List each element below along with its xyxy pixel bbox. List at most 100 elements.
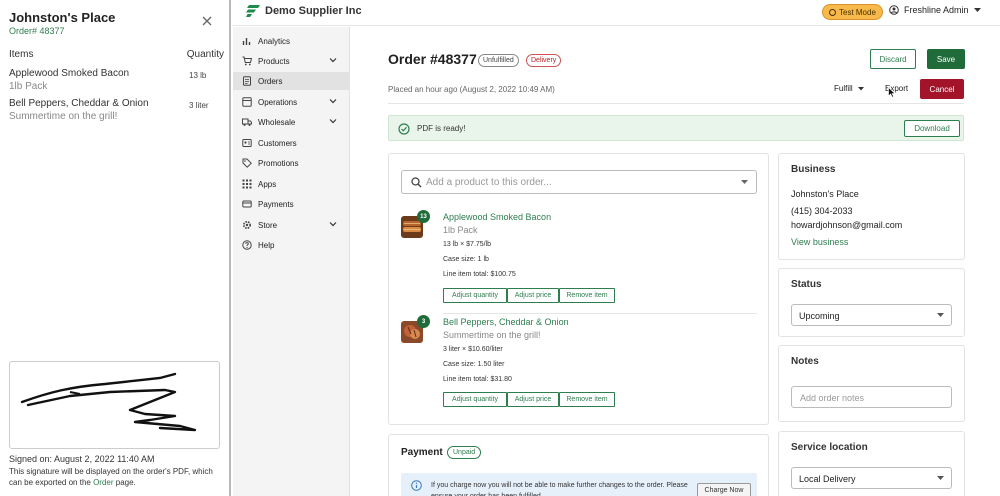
sidebar: Analytics Products Orders Operations Who… xyxy=(233,27,350,496)
business-phone: (415) 304-2033 xyxy=(791,206,853,216)
delivery-badge: Delivery xyxy=(526,54,562,67)
cancel-button[interactable]: Cancel xyxy=(920,79,964,99)
sidebar-item-label: Apps xyxy=(258,179,277,189)
top-bar: Demo Supplier Inc Test Mode Freshline Ad… xyxy=(233,0,1000,26)
operations-icon xyxy=(242,97,252,107)
notes-card: Notes Add order notes xyxy=(778,345,965,422)
order-notes-input[interactable]: Add order notes xyxy=(791,386,952,408)
quantity-column-label: Quantity xyxy=(186,49,224,60)
test-mode-badge[interactable]: Test Mode xyxy=(822,4,883,20)
pdf-item-sub: Summertime on the grill! xyxy=(9,111,118,122)
help-icon xyxy=(242,240,252,250)
business-email: howardjohnson@gmail.com xyxy=(791,220,903,230)
pdf-list-item: Applewood Smoked Bacon 1lb Pack 13 lb xyxy=(9,68,224,92)
page-title: Order #48377 xyxy=(388,51,477,67)
payment-status-badge: Unpaid xyxy=(447,446,482,459)
service-location-select[interactable]: Local Delivery xyxy=(791,467,952,489)
save-button[interactable]: Save xyxy=(927,49,965,69)
pdf-ready-banner: PDF is ready! Download xyxy=(388,115,964,141)
price-line: 3 liter × $10.60/liter xyxy=(443,346,503,353)
sidebar-item-apps[interactable]: Apps xyxy=(233,175,350,193)
discard-button[interactable]: Discard xyxy=(870,49,916,69)
sidebar-item-customers[interactable]: Customers xyxy=(233,134,350,152)
admin-menu[interactable]: Freshline Admin xyxy=(889,5,981,15)
chevron-down-icon xyxy=(329,119,337,124)
sidebar-item-orders[interactable]: Orders xyxy=(233,72,350,90)
search-icon xyxy=(411,177,422,188)
close-icon[interactable] xyxy=(200,14,214,28)
business-title: Business xyxy=(791,164,836,175)
product-search-input[interactable]: Add a product to this order... xyxy=(401,170,757,194)
product-name-link[interactable]: Bell Peppers, Cheddar & Onion xyxy=(443,317,569,327)
adjust-price-button[interactable]: Adjust price xyxy=(507,288,559,303)
signature-note-end: page. xyxy=(113,478,136,487)
admin-name: Freshline Admin xyxy=(904,5,969,15)
truck-icon xyxy=(242,117,252,127)
status-value: Upcoming xyxy=(799,311,840,321)
sidebar-item-label: Promotions xyxy=(258,158,299,168)
user-icon xyxy=(889,5,899,15)
chart-icon xyxy=(242,36,252,46)
orders-icon xyxy=(242,76,252,86)
service-location-card: Service location Local Delivery xyxy=(778,431,965,496)
charge-now-button[interactable]: Charge Now xyxy=(697,483,751,496)
remove-item-button[interactable]: Remove item xyxy=(559,288,615,303)
freshline-logo-icon xyxy=(246,5,260,17)
header-divider xyxy=(388,103,964,104)
sidebar-item-label: Analytics xyxy=(258,36,291,46)
remove-item-button[interactable]: Remove item xyxy=(559,392,615,407)
view-business-link[interactable]: View business xyxy=(791,237,848,247)
order-page-link[interactable]: Order xyxy=(93,478,113,487)
line-item-total: Line item total: $31.80 xyxy=(443,376,512,383)
adjust-quantity-button[interactable]: Adjust quantity xyxy=(443,392,507,407)
notes-title: Notes xyxy=(791,356,819,367)
sidebar-item-products[interactable]: Products xyxy=(233,52,350,70)
chevron-down-icon xyxy=(329,58,337,63)
chevron-down-icon xyxy=(329,222,337,227)
mouse-cursor-icon xyxy=(888,87,896,98)
line-item-total: Line item total: $100.75 xyxy=(443,271,516,278)
download-button[interactable]: Download xyxy=(904,120,960,137)
quantity-badge: 13 xyxy=(417,210,430,223)
sidebar-item-label: Payments xyxy=(258,199,294,209)
sidebar-item-wholesale[interactable]: Wholesale xyxy=(233,113,350,131)
sidebar-item-label: Store xyxy=(258,220,278,230)
caret-down-icon xyxy=(741,180,748,184)
sidebar-item-analytics[interactable]: Analytics xyxy=(233,32,350,50)
sidebar-item-payments[interactable]: Payments xyxy=(233,195,350,213)
gear-icon xyxy=(242,220,252,230)
sidebar-item-label: Wholesale xyxy=(258,117,296,127)
order-pdf-panel: Johnston's Place Order# 48377 Items Quan… xyxy=(0,0,231,496)
case-size: Case size: 1 lb xyxy=(443,256,489,263)
product-subtitle: 1lb Pack xyxy=(443,225,478,235)
signature-note: This signature will be displayed on the … xyxy=(9,466,224,488)
caret-down-icon xyxy=(937,476,944,480)
payments-icon xyxy=(242,199,252,209)
caret-down-icon xyxy=(857,86,864,90)
order-main: Order #48377 Unfulfilled Delivery Discar… xyxy=(351,27,1000,496)
payment-title: Payment xyxy=(401,447,443,458)
sidebar-item-label: Help xyxy=(258,240,275,250)
sidebar-item-operations[interactable]: Operations xyxy=(233,93,350,111)
quantity-badge: 3 xyxy=(417,315,430,328)
sidebar-item-store[interactable]: Store xyxy=(233,216,350,234)
notes-placeholder: Add order notes xyxy=(800,393,865,403)
adjust-quantity-button[interactable]: Adjust quantity xyxy=(443,288,507,303)
check-circle-icon xyxy=(398,123,410,135)
fulfill-dropdown[interactable]: Fulfill xyxy=(834,84,864,93)
sidebar-item-help[interactable]: Help xyxy=(233,236,350,254)
service-location-title: Service location xyxy=(791,442,868,453)
status-select[interactable]: Upcoming xyxy=(791,304,952,326)
info-icon xyxy=(411,480,422,491)
payment-notice: If you charge now you will not be able t… xyxy=(401,473,757,496)
sidebar-item-label: Customers xyxy=(258,138,297,148)
product-name-link[interactable]: Applewood Smoked Bacon xyxy=(443,212,551,222)
adjust-price-button[interactable]: Adjust price xyxy=(507,392,559,407)
sidebar-item-label: Operations xyxy=(258,97,298,107)
pdf-list-item: Bell Peppers, Cheddar & Onion Summertime… xyxy=(9,98,224,122)
cart-icon xyxy=(242,56,252,66)
business-name: Johnston's Place xyxy=(791,189,859,199)
fulfill-label: Fulfill xyxy=(834,84,853,93)
sidebar-item-promotions[interactable]: Promotions xyxy=(233,154,350,172)
brand[interactable]: Demo Supplier Inc xyxy=(246,5,362,17)
